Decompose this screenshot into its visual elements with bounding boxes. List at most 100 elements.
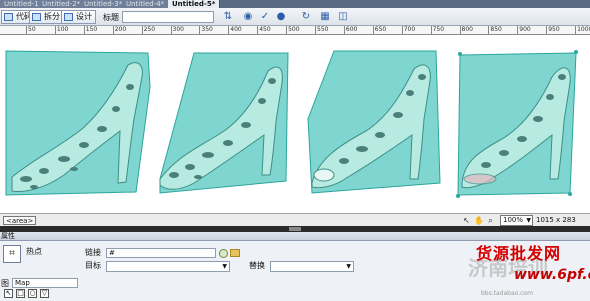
watermark-seal-text: 货源批发网 [476,244,562,263]
document-tabs: Untitled-1* Untitled-2* Untitled-3* Unti… [0,0,590,8]
shoe-image-1[interactable] [4,47,152,199]
split-view-label: 拆分 [44,12,60,21]
link-input[interactable]: # [106,248,216,258]
ruler-label: 700 [403,26,416,33]
title-input[interactable] [122,11,214,23]
browse-folder-icon[interactable] [230,249,240,257]
ruler-label: 650 [374,26,387,33]
ruler-label: 600 [345,26,358,33]
hotspot-handle[interactable] [568,192,572,196]
shoe-image-2[interactable] [154,51,294,197]
ruler-label: 1000 [577,26,590,33]
ruler-tick [54,26,56,34]
hotspot-handle[interactable] [456,194,460,198]
ruler-tick [199,26,201,34]
ruler-label: 450 [259,26,271,33]
pointer-hotspot-icon[interactable]: ↖ [4,289,13,298]
hotspot-label: 热点 [26,247,42,256]
ruler-label: 150 [85,26,98,33]
ruler-tick [546,26,548,34]
preview-in-browser-icon[interactable]: ◉ [242,11,254,23]
map-label: 图 [1,279,9,288]
check-page-icon[interactable]: ✓ [259,11,271,23]
hotspot-icon: ⌗ [3,245,21,263]
alt-select[interactable]: ▼ [270,261,354,272]
ruler-tick [372,26,374,34]
validate-icon[interactable]: ● [275,11,287,23]
shoe-image-3[interactable] [304,49,444,197]
watermark-url: www.6pf.cn [514,267,590,283]
chevron-down-icon: ▼ [222,263,227,270]
circle-hotspot-icon[interactable]: ○ [28,289,37,298]
design-view-button[interactable]: 设计 [61,10,96,24]
window-size[interactable]: 1015 x 283 [536,216,576,225]
zoom-value: 100% [503,216,524,224]
ruler-label: 800 [461,26,473,33]
shoe-image-4[interactable] [454,47,580,199]
target-select[interactable]: ▼ [106,261,230,272]
ruler-tick [228,26,230,34]
ruler-tick [343,26,345,34]
ruler-label: 900 [519,26,531,33]
hand-tool-icon[interactable]: ✋ [474,216,484,225]
link-label: 链接 [85,248,101,257]
ruler-label: 300 [172,26,184,33]
tab-untitled-4[interactable]: Untitled-4* [122,0,170,8]
splitter-grip[interactable] [289,227,301,231]
view-options-icon[interactable]: ▦ [319,11,331,23]
ruler-label: 850 [490,26,502,33]
ruler-tick [141,26,143,34]
ruler-tick [83,26,85,34]
ruler-tick [112,26,114,34]
refresh-icon[interactable]: ↻ [300,11,312,23]
zoom-tool-icon[interactable]: ⌕ [486,216,495,225]
design-view-label: 设计 [76,12,92,21]
hotspot-handle[interactable] [458,52,462,56]
ruler-tick [401,26,403,34]
tab-untitled-2[interactable]: Untitled-2* [38,0,86,8]
select-tool-icon[interactable]: ↖ [462,216,471,225]
ruler-tick [26,26,27,34]
design-view-icon [64,13,73,21]
ruler-tick [170,26,172,34]
watermark-sub-url: bbs.tadabao.com [481,290,533,297]
ruler-tick [257,26,259,34]
ruler-label: 200 [114,26,127,33]
tab-untitled-3[interactable]: Untitled-3* [80,0,128,8]
hotspot-handle[interactable] [574,50,578,54]
code-view-icon [4,13,13,21]
visual-aids-icon[interactable]: ◫ [337,11,349,23]
zoom-select[interactable]: 100% ▼ [500,215,533,226]
rectangle-hotspot-icon[interactable]: □ [16,289,25,298]
split-view-icon [32,13,41,21]
ruler-tick [575,26,577,34]
status-bar: <area> ↖ ✋ ⌕ 100% ▼ 1015 x 283 [0,213,590,226]
ruler-label: 350 [201,26,213,33]
ruler-tick [488,26,490,34]
point-to-file-icon[interactable] [219,249,228,258]
tag-selector[interactable]: <area> [3,216,37,225]
ruler-label: 50 [28,26,36,33]
split-view-button[interactable]: 拆分 [29,10,64,24]
ruler-tick [430,26,432,34]
ruler-label: 950 [548,26,560,33]
ruler-label: 100 [56,26,69,33]
map-name-input[interactable]: Map [12,278,78,288]
horizontal-ruler: 50 100 150 200 250 300 350 400 450 500 550 600 650 70… [0,26,590,35]
ruler-tick [286,26,288,34]
design-canvas [0,35,590,213]
document-toolbar: 代码 拆分 设计 标题 ⇅ ◉ ✓ ● ↻ ▦ ◫ [0,8,590,26]
ruler-tick [315,26,316,34]
ruler-label: 550 [317,26,329,33]
title-label: 标题 [103,13,119,22]
polygon-hotspot-icon[interactable]: ▽ [40,289,49,298]
ruler-label: 400 [230,26,242,33]
properties-panel-header[interactable]: 属性 [0,232,590,241]
chevron-down-icon: ▼ [526,217,531,224]
file-management-icon[interactable]: ⇅ [222,11,234,23]
tab-untitled-5[interactable]: Untitled-5* [168,0,221,8]
chevron-down-icon: ▼ [346,263,351,270]
ruler-label: 500 [288,26,300,33]
alt-label: 替换 [249,261,265,270]
ruler-label: 750 [432,26,445,33]
